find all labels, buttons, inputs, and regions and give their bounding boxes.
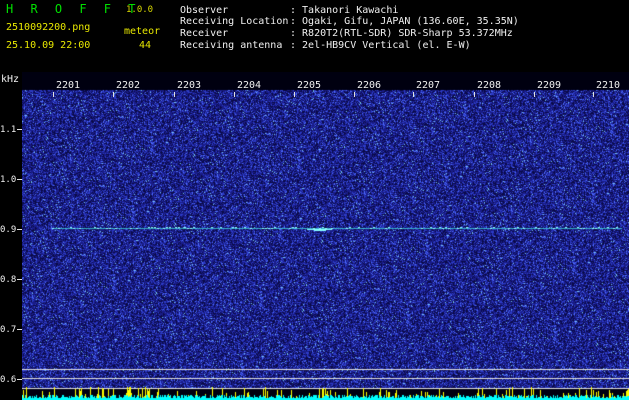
header-panel: H R O F F T 1.0.0 2510092200.png 25.10.0… — [0, 0, 629, 72]
frequency-label: 0.8 — [0, 275, 17, 285]
time-tick — [113, 92, 114, 97]
time-label: 2203 — [177, 80, 202, 91]
antenna-label: Receiving antenna — [180, 40, 283, 51]
frequency-tick — [17, 379, 22, 380]
time-tick — [294, 92, 295, 97]
frequency-label: 0.7 — [0, 325, 17, 335]
frequency-tick — [17, 329, 22, 330]
time-label: 2201 — [56, 80, 81, 91]
frequency-tick — [17, 129, 22, 130]
frequency-label: 1.1 — [0, 125, 17, 135]
file-name: 2510092200.png — [6, 22, 91, 33]
frequency-tick — [17, 229, 22, 230]
time-tick — [354, 92, 355, 97]
time-label: 2202 — [116, 80, 141, 91]
time-tick — [593, 92, 594, 97]
time-label: 2204 — [237, 80, 262, 91]
time-tick — [53, 92, 54, 97]
frequency-tick — [17, 279, 22, 280]
frequency-unit-label: kHz — [1, 74, 20, 85]
frequency-tick — [17, 179, 22, 180]
frequency-label: 1.0 — [0, 175, 17, 185]
app-title: H R O F F T — [6, 2, 141, 16]
antenna-value: : 2el-HB9CV Vertical (el. E-W) — [290, 40, 471, 51]
meteor-label: meteor — [124, 26, 161, 37]
time-label: 2210 — [596, 80, 621, 91]
app-version: 1.0.0 — [126, 5, 154, 15]
time-label: 2208 — [477, 80, 502, 91]
frequency-label: 0.9 — [0, 225, 17, 235]
receiver-label: Receiver — [180, 28, 229, 39]
time-tick — [413, 92, 414, 97]
location-label: Receiving Location — [180, 16, 289, 27]
spectrogram-canvas — [22, 72, 629, 400]
frequency-label: 0.6 — [0, 375, 17, 385]
observation-datetime: 25.10.09 22:00 — [6, 40, 91, 51]
time-tick — [174, 92, 175, 97]
time-label: 2206 — [357, 80, 382, 91]
time-tick — [534, 92, 535, 97]
time-tick — [234, 92, 235, 97]
receiver-value: : R820T2(RTL-SDR) SDR-Sharp 53.372MHz — [290, 28, 513, 39]
location-value: : Ogaki, Gifu, JAPAN (136.60E, 35.35N) — [290, 16, 519, 27]
time-label: 2205 — [297, 80, 322, 91]
time-label: 2207 — [416, 80, 441, 91]
time-tick — [474, 92, 475, 97]
meteor-count: 44 — [139, 40, 152, 51]
time-label: 2209 — [537, 80, 562, 91]
